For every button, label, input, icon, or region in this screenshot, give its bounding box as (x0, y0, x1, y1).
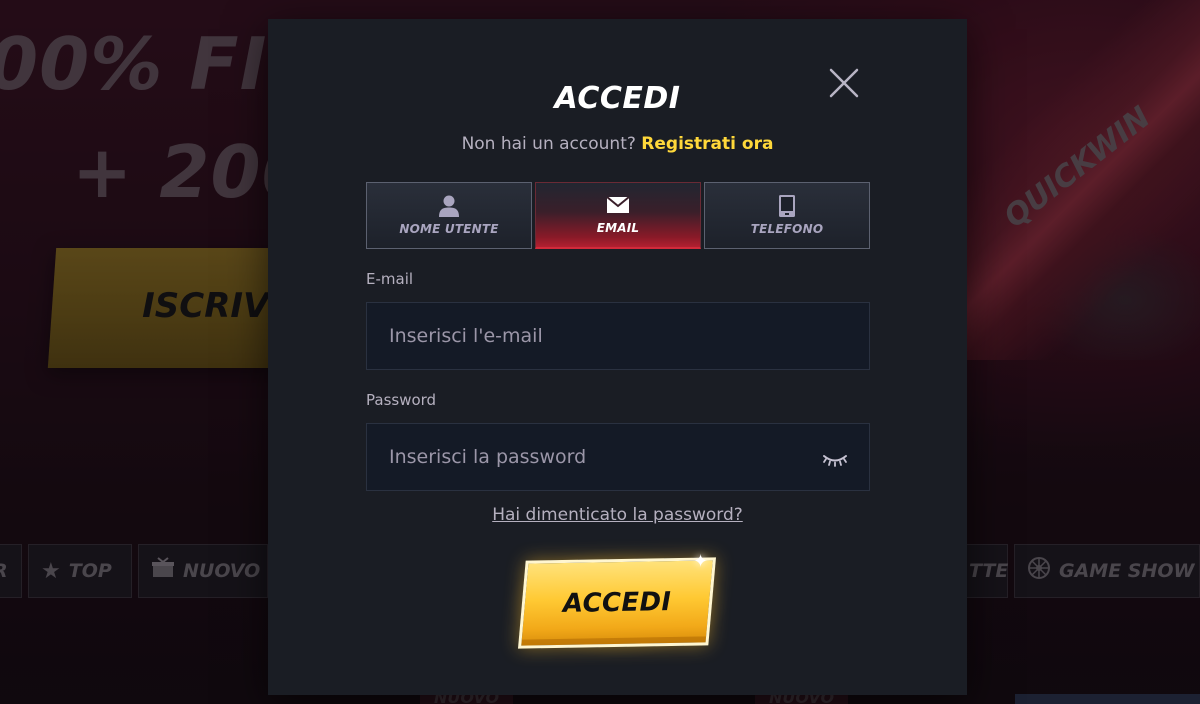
signup-prompt: Non hai un account? Registrati ora (268, 134, 967, 154)
password-input[interactable] (367, 424, 869, 490)
submit-label: ACCEDI (562, 587, 672, 619)
tab-label: EMAIL (596, 221, 640, 235)
submit-area: ACCEDI ✦ (498, 543, 738, 663)
eye-closed-icon (823, 455, 847, 467)
signup-prompt-text: Non hai un account? (461, 134, 636, 154)
sparkle-icon: ✦ (693, 551, 709, 572)
login-submit-button[interactable]: ACCEDI (517, 557, 717, 649)
tab-label: NOME UTENTE (399, 221, 499, 236)
envelope-icon (607, 195, 629, 215)
password-label: Password (366, 391, 437, 409)
password-visibility-toggle[interactable] (821, 446, 849, 470)
forgot-password-row: Hai dimenticato la password? (268, 505, 967, 525)
register-link[interactable]: Registrati ora (641, 134, 773, 154)
close-button[interactable] (828, 67, 860, 99)
user-icon (439, 195, 459, 217)
password-field-wrapper (366, 423, 870, 491)
email-field-wrapper (366, 302, 870, 370)
email-input[interactable] (367, 303, 869, 369)
tab-label: TELEFONO (750, 221, 824, 236)
email-label: E-mail (366, 270, 414, 288)
modal-title: ACCEDI (554, 81, 681, 116)
tab-username[interactable]: NOME UTENTE (366, 182, 532, 249)
login-modal: ACCEDI Non hai un account? Registrati or… (268, 19, 967, 695)
tab-email[interactable]: EMAIL (535, 182, 701, 249)
login-method-tabs: NOME UTENTE EMAIL TELEFONO (366, 182, 870, 249)
phone-icon (779, 194, 795, 217)
forgot-password-link[interactable]: Hai dimenticato la password? (492, 505, 743, 525)
tab-phone[interactable]: TELEFONO (704, 182, 870, 249)
close-icon (829, 68, 859, 98)
